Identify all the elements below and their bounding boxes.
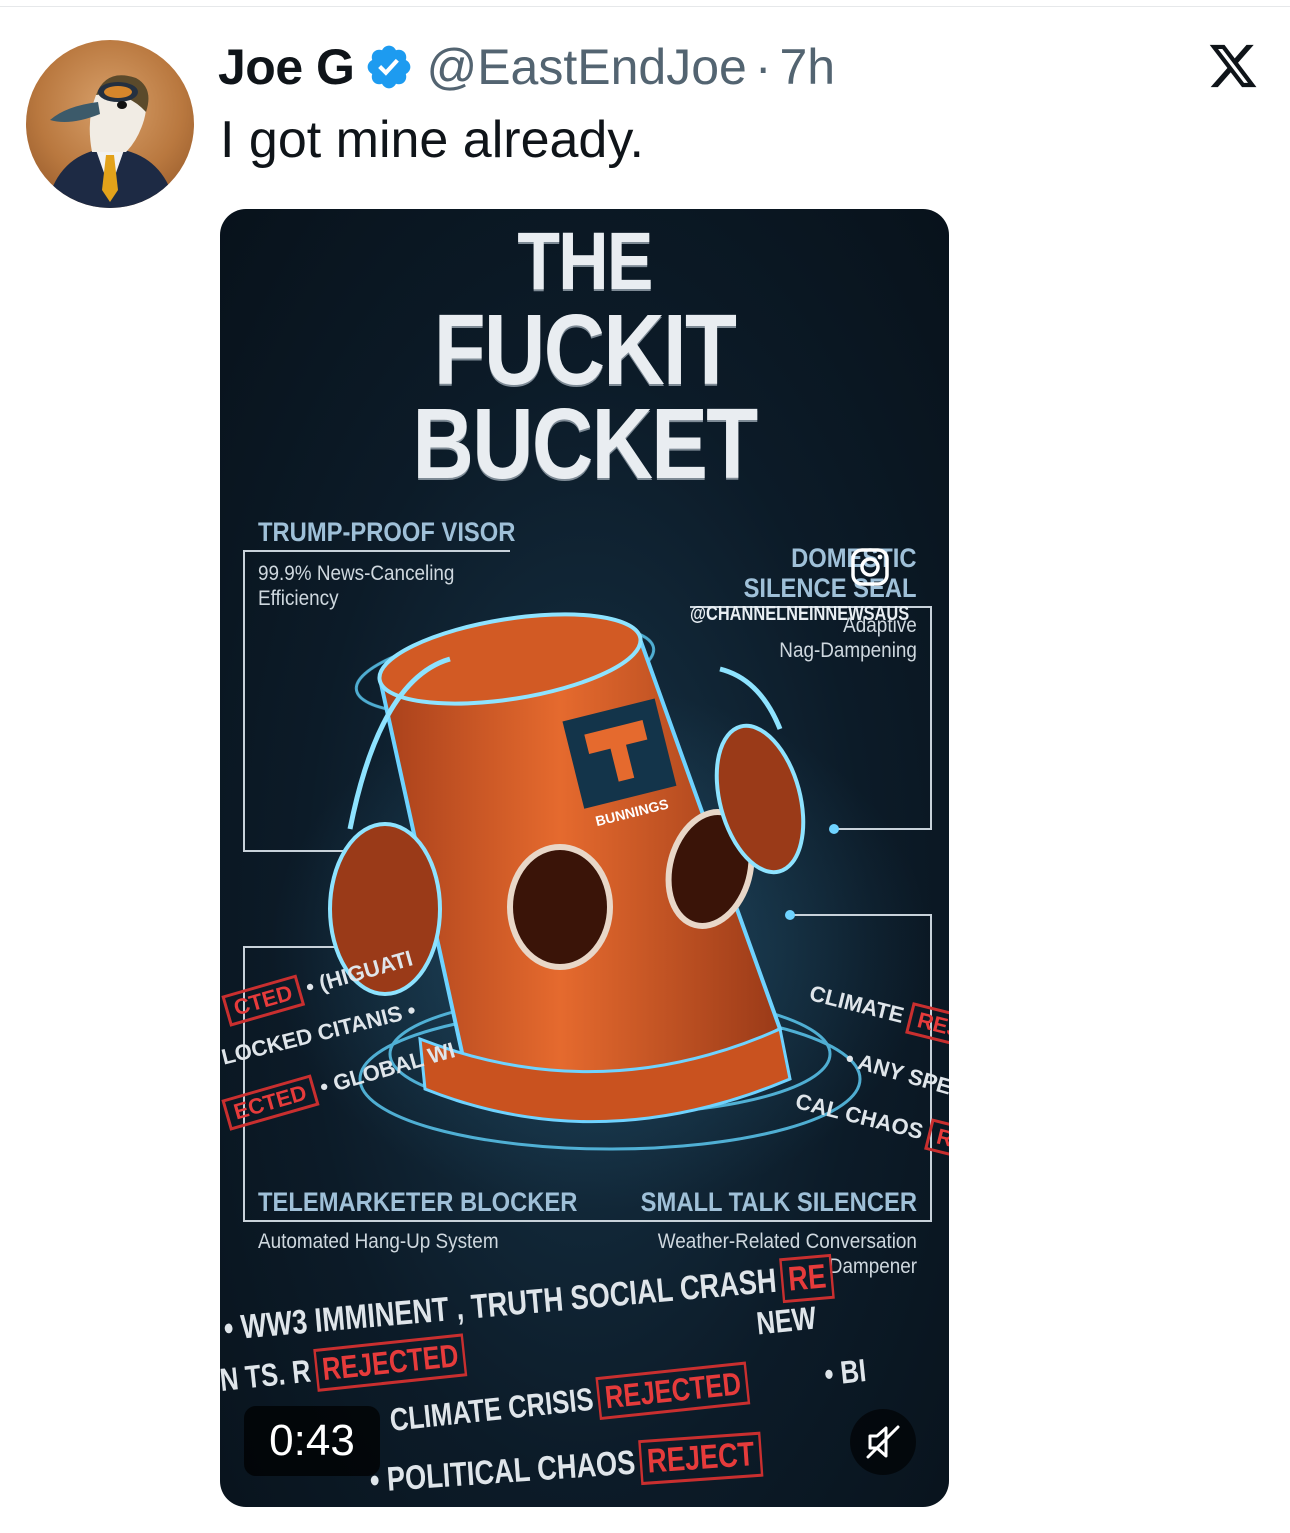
visor-feature-title: TRUMP-PROOF VISOR <box>258 517 516 547</box>
ring-bottom-tag-1: RE <box>779 1253 836 1304</box>
x-logo-icon <box>1206 40 1260 92</box>
telemarketer-feature-sub: Automated Hang-Up System <box>258 1230 499 1253</box>
small-talk-feature-sub-2: Dampener <box>828 1255 917 1278</box>
duck-in-suit-avatar-icon <box>46 75 176 208</box>
tweet-text: I got mine already. <box>220 111 644 169</box>
author-handle[interactable]: @EastEndJoe <box>426 38 746 96</box>
seal-feature-sub-2: Nag-Dampening <box>779 639 917 662</box>
instagram-icon <box>851 548 889 586</box>
poster-title-line-3: BUCKET <box>412 388 759 500</box>
small-talk-feature-title: SMALL TALK SILENCER <box>640 1187 917 1217</box>
video-player[interactable]: BUNNINGS THE FUCKIT BUCKET TRUMP-PROOF V… <box>220 209 949 1507</box>
tweet-header: Joe G @EastEndJoe · 7h <box>218 36 835 98</box>
top-divider <box>0 6 1290 7</box>
channel-watermark: @CHANNELNEINNEWSAUS <box>690 603 910 625</box>
visor-feature-sub-1: 99.9% News-Canceling <box>258 562 455 585</box>
ring-bottom-line-2-pre: N TS. R <box>220 1352 313 1398</box>
ring-bottom-tag-4: REJECT <box>638 1431 764 1486</box>
separator-dot: · <box>754 39 772 95</box>
author-name[interactable]: Joe G <box>218 38 355 96</box>
author-avatar[interactable] <box>26 40 194 208</box>
ring-bottom-line-3-post: • BI <box>822 1352 868 1393</box>
telemarketer-feature-title: TELEMARKETER BLOCKER <box>258 1187 578 1217</box>
verified-badge-icon[interactable] <box>364 42 414 92</box>
ring-bottom-line-2-post: NEW <box>754 1299 818 1342</box>
tweet-timestamp[interactable]: 7h <box>780 38 836 96</box>
small-talk-feature-sub-1: Weather-Related Conversation <box>657 1230 917 1253</box>
visor-feature-sub-2: Efficiency <box>258 587 339 610</box>
seal-feature-title-2: SILENCE SEAL <box>744 573 917 603</box>
muted-speaker-icon <box>866 1425 900 1459</box>
mute-toggle-button[interactable] <box>850 1409 916 1475</box>
video-duration-badge: 0:43 <box>244 1406 380 1476</box>
